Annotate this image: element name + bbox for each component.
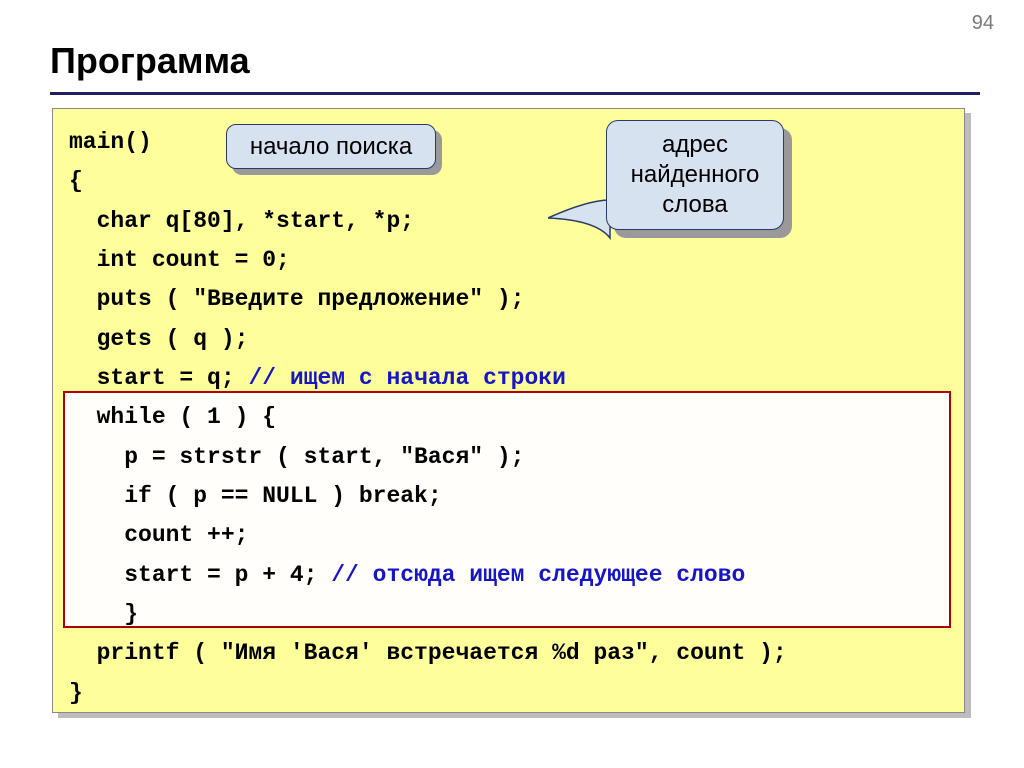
code-line: char q[80], *start, *p; bbox=[69, 208, 414, 234]
callout-text: начало поиска bbox=[250, 133, 412, 161]
code-line: main() bbox=[69, 129, 152, 155]
code-line: puts ( "Введите предложение" ); bbox=[69, 286, 524, 312]
callout-text-line: найденного bbox=[631, 161, 760, 188]
code-line: while ( 1 ) { bbox=[69, 404, 276, 430]
code-line: } bbox=[69, 601, 138, 627]
callout-text-line: адрес bbox=[662, 131, 728, 158]
callout-text-line: слова bbox=[662, 191, 727, 218]
callout-start-search: начало поиска bbox=[226, 124, 436, 169]
code-listing: main() { char q[80], *start, *p; int cou… bbox=[69, 123, 948, 713]
code-line: printf ( "Имя 'Вася' встречается %d раз"… bbox=[69, 640, 787, 666]
code-line: } bbox=[69, 680, 83, 706]
code-line: gets ( q ); bbox=[69, 326, 248, 352]
page-number: 94 bbox=[972, 12, 994, 35]
code-panel: main() { char q[80], *start, *p; int cou… bbox=[52, 108, 965, 713]
code-line: p = strstr ( start, "Вася" ); bbox=[69, 444, 524, 470]
slide-title: Программа bbox=[50, 40, 250, 82]
code-comment: // ищем с начала строки bbox=[248, 365, 565, 391]
code-line: count ++; bbox=[69, 522, 248, 548]
title-underline bbox=[50, 92, 980, 95]
code-line: { bbox=[69, 168, 83, 194]
code-line: start = p + 4; bbox=[69, 562, 331, 588]
code-line: int count = 0; bbox=[69, 247, 290, 273]
code-line: start = q; bbox=[69, 365, 248, 391]
code-line: if ( p == NULL ) break; bbox=[69, 483, 442, 509]
code-comment: // отсюда ищем следующее слово bbox=[331, 562, 745, 588]
callout-found-address: адрес найденного слова bbox=[606, 120, 784, 230]
